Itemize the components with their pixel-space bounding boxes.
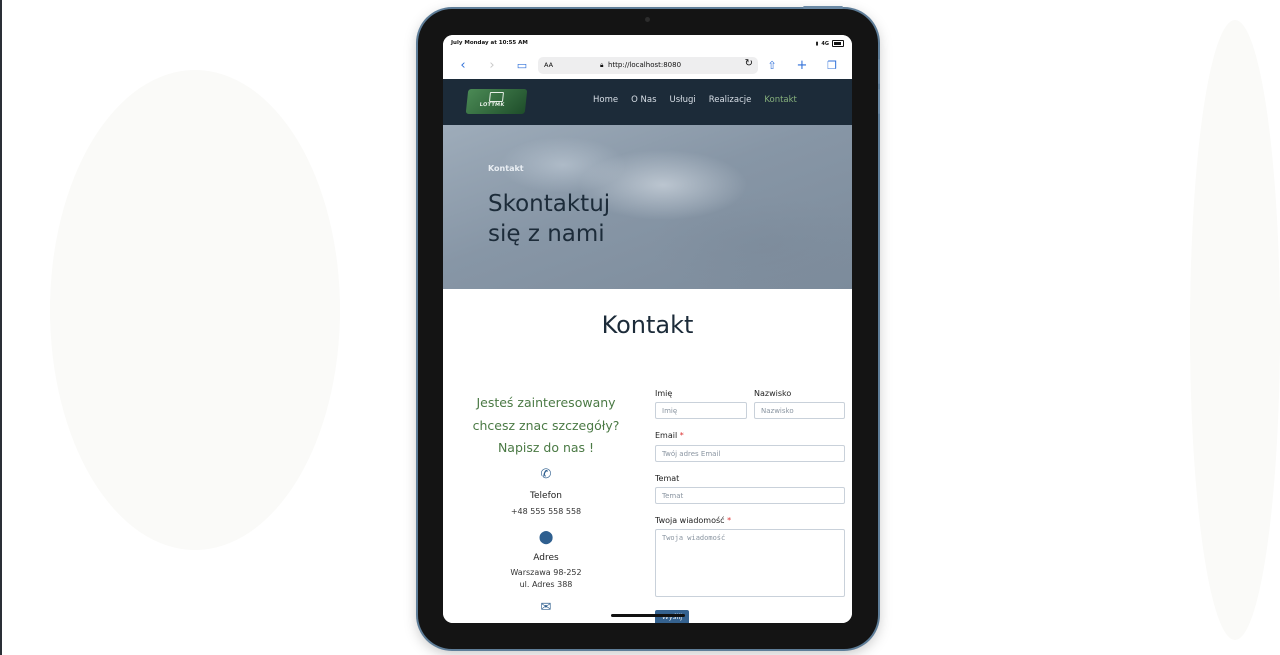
email-required-mark: * <box>679 431 684 440</box>
message-required-mark: * <box>727 516 732 525</box>
hero-title-line-2: się z nami <box>488 221 605 247</box>
message-textarea[interactable]: Twoja wiadomość <box>655 529 845 597</box>
share-icon[interactable]: ⇧ <box>764 57 780 75</box>
site-logo[interactable]: LOTTMK <box>465 89 528 114</box>
nav-link-kontakt[interactable]: Kontakt <box>764 95 797 105</box>
url-text: http://localhost:8080 <box>608 61 682 69</box>
new-tab-icon[interactable]: + <box>794 57 810 75</box>
hero-breadcrumb: Kontakt <box>488 164 524 173</box>
tabs-icon[interactable]: ❐ <box>824 57 840 75</box>
volume-button <box>878 59 880 84</box>
nav-links: Home O Nas Usługi Realizacje Kontakt <box>593 95 810 105</box>
last-name-label: Nazwisko <box>754 389 792 398</box>
bookmarks-icon[interactable]: ▭ <box>514 57 530 75</box>
logo-mark-icon <box>488 92 504 102</box>
address-bar[interactable]: AA 🔒︎ http://localhost:8080 ↻ <box>538 57 758 74</box>
forward-icon[interactable]: › <box>484 57 500 75</box>
background-blob-left <box>50 70 340 550</box>
message-label-text: Twoja wiadomość <box>655 516 725 525</box>
tablet-screen: July Monday at 10:55 AM ▮ 4G ‹ › ▭ AA 🔒︎… <box>443 35 852 623</box>
subject-label: Temat <box>655 474 680 483</box>
first-name-label: Imię <box>655 389 673 398</box>
site-navbar: LOTTMK Home O Nas Usługi Realizacje Kont… <box>443 79 852 125</box>
browser-toolbar: ‹ › ▭ AA 🔒︎ http://localhost:8080 ↻ ⇧ + … <box>443 53 852 79</box>
logo-text: LOTTMK <box>479 102 505 108</box>
address-line-2: ul. Adres 388 <box>519 580 573 589</box>
contact-lead: Jesteś zainteresowany chcesz znac szczeg… <box>461 392 631 460</box>
lead-line-2: chcesz znac szczegóły? <box>472 417 620 433</box>
subject-input[interactable]: Temat <box>655 487 845 504</box>
back-icon[interactable]: ‹ <box>455 57 471 75</box>
window-edge <box>0 0 2 655</box>
first-name-input[interactable]: Imię <box>655 402 747 419</box>
message-label: Twoja wiadomość * <box>655 516 731 525</box>
battery-icon <box>832 40 844 47</box>
background-blob-right <box>1190 20 1280 640</box>
email-label: Email * <box>655 431 684 440</box>
hero-title-line-1: Skontaktuj <box>488 191 611 217</box>
phone-label: Telefon <box>530 491 562 501</box>
lead-line-1: Jesteś zainteresowany <box>476 395 616 410</box>
hero-banner: Kontakt Skontaktuj się z nami <box>443 125 852 289</box>
last-name-input[interactable]: Nazwisko <box>754 402 845 419</box>
nav-link-home[interactable]: Home <box>593 95 618 105</box>
ipad-frame: July Monday at 10:55 AM ▮ 4G ‹ › ▭ AA 🔒︎… <box>418 6 880 649</box>
nav-link-o-nas[interactable]: O Nas <box>631 95 656 105</box>
status-bar: July Monday at 10:55 AM ▮ 4G <box>443 35 852 53</box>
section-title: Kontakt <box>601 311 694 339</box>
status-indicators: ▮ 4G <box>816 40 844 47</box>
contact-section: Kontakt Jesteś zainteresowany chcesz zna… <box>443 289 852 623</box>
lock-icon: 🔒︎ <box>600 61 604 69</box>
lead-line-3: Napisz do nas ! <box>497 440 595 455</box>
address-line-1: Warszawa 98-252 <box>510 568 582 577</box>
email-label-text: Email <box>655 431 678 440</box>
nav-link-uslugi[interactable]: Usługi <box>670 95 696 105</box>
signal-icon: ▮ <box>815 40 819 47</box>
email-input[interactable]: Twój adres Email <box>655 445 845 462</box>
volume-button-2 <box>878 89 880 114</box>
home-indicator <box>611 614 685 617</box>
status-time: July Monday at 10:55 AM <box>451 40 528 46</box>
front-camera <box>645 17 650 22</box>
mail-icon: ✉ <box>540 600 552 615</box>
hero-title: Skontaktuj się z nami <box>488 189 668 249</box>
phone-value: +48 555 558 558 <box>510 507 582 516</box>
network-label: 4G <box>821 40 829 47</box>
reader-aa-button[interactable]: AA <box>544 61 553 69</box>
phone-icon: ✆ <box>540 467 552 482</box>
top-button <box>803 6 843 9</box>
address-label: Adres <box>533 553 559 563</box>
reload-icon[interactable]: ↻ <box>745 58 753 69</box>
map-pin-icon: ⬤ <box>538 530 554 545</box>
nav-link-realizacje[interactable]: Realizacje <box>709 95 752 105</box>
